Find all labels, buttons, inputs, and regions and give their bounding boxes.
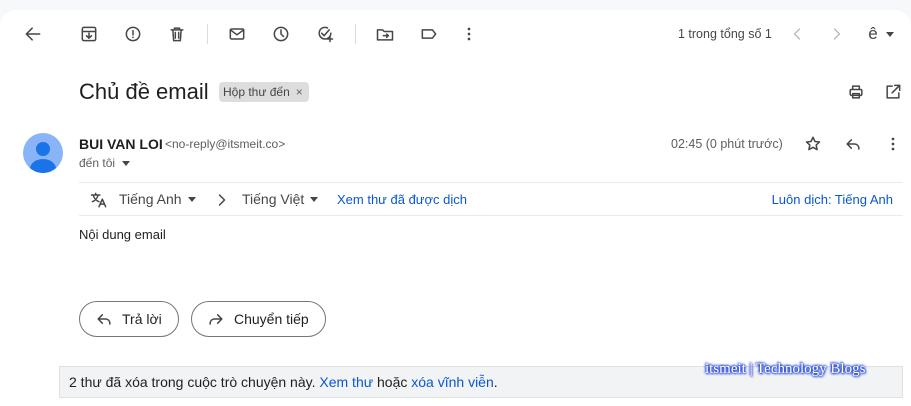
message-counter: 1 trong tổng số 1 <box>678 27 772 41</box>
email-body: Nội dung email <box>79 227 166 242</box>
star-icon[interactable] <box>799 130 827 158</box>
recipient-details[interactable]: đến tôi <box>79 156 131 170</box>
back-arrow-icon[interactable] <box>19 20 47 48</box>
translate-icon <box>85 186 113 214</box>
email-subject: Chủ đề email <box>79 79 209 104</box>
chevron-right-icon <box>208 186 236 214</box>
view-translated-link[interactable]: Xem thư đã được dịch <box>337 192 467 207</box>
reply-label: Trả lời <box>122 311 162 327</box>
inbox-label-chip[interactable]: Hộp thư đến × <box>219 82 309 102</box>
chevron-down-icon[interactable] <box>122 160 131 166</box>
remove-label-icon[interactable]: × <box>296 85 303 99</box>
source-language-label: Tiếng Anh <box>119 191 182 207</box>
always-translate-link[interactable]: Luôn dịch: Tiếng Anh <box>772 192 893 207</box>
snooze-clock-icon[interactable] <box>267 20 295 48</box>
archive-icon[interactable] <box>75 20 103 48</box>
more-vertical-icon[interactable] <box>879 130 907 158</box>
watermark: itsmeit | Technology Blogs <box>705 361 866 377</box>
notice-text-middle: hoặc <box>377 374 408 390</box>
chevron-left-icon[interactable] <box>783 20 811 48</box>
toolbar-divider <box>207 24 208 44</box>
chevron-down-icon <box>310 196 319 202</box>
delete-icon[interactable] <box>163 20 191 48</box>
open-new-window-icon[interactable] <box>879 78 907 106</box>
recipient-label: đến tôi <box>79 156 116 170</box>
forward-button[interactable]: Chuyển tiếp <box>191 301 326 337</box>
print-icon[interactable] <box>842 78 870 106</box>
forward-icon <box>209 314 223 325</box>
sender-email: <no-reply@itsmeit.co> <box>165 137 286 151</box>
notice-text-end: . <box>493 374 498 390</box>
target-language-label: Tiếng Việt <box>242 191 305 207</box>
email-timestamp: 02:45 (0 phút trước) <box>671 137 783 151</box>
avatar[interactable] <box>23 133 63 173</box>
forward-label: Chuyển tiếp <box>234 311 309 327</box>
target-language-select[interactable]: Tiếng Việt <box>242 191 319 207</box>
chevron-down-icon <box>187 196 196 202</box>
label-name: Hộp thư đến <box>223 85 290 99</box>
add-task-icon[interactable] <box>311 20 339 48</box>
toolbar-divider <box>355 24 356 44</box>
more-vertical-icon[interactable] <box>455 20 483 48</box>
translate-bar: Tiếng Anh Tiếng Việt Xem thư đã được dịc… <box>79 182 903 216</box>
move-to-folder-icon[interactable] <box>371 20 399 48</box>
reply-button[interactable]: Trả lời <box>79 301 179 337</box>
view-deleted-link[interactable]: Xem thư <box>319 374 373 390</box>
notice-text: 2 thư đã xóa trong cuộc trò chuyện này. <box>69 374 316 390</box>
source-language-select[interactable]: Tiếng Anh <box>119 191 196 207</box>
label-icon[interactable] <box>415 20 443 48</box>
sender-name: BUI VAN LOI <box>79 136 163 152</box>
mark-unread-icon[interactable] <box>223 20 251 48</box>
reply-icon <box>97 314 111 325</box>
chevron-right-icon[interactable] <box>823 20 851 48</box>
input-tools-icon[interactable]: ê <box>861 20 901 48</box>
delete-forever-link[interactable]: xóa vĩnh viễn <box>411 374 494 390</box>
reply-icon[interactable] <box>839 130 867 158</box>
report-spam-icon[interactable] <box>119 20 147 48</box>
